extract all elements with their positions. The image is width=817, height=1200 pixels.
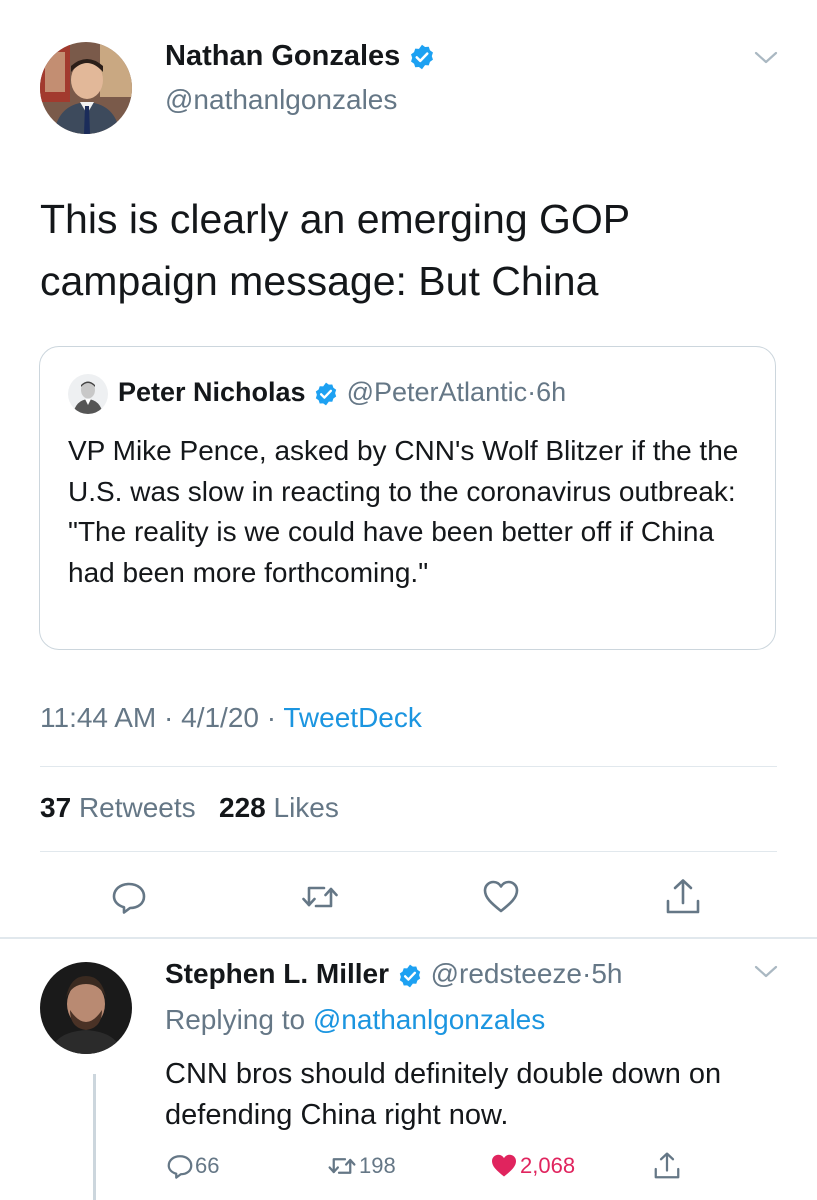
retweet-icon[interactable]: [325, 1151, 359, 1181]
tweet-meta: 11:44 AM · 4/1/20 · TweetDeck: [40, 702, 422, 734]
tweet-stats: 37 Retweets 228 Likes: [40, 792, 339, 824]
share-icon[interactable]: [663, 877, 703, 917]
quoted-author-handle: @PeterAtlantic: [346, 377, 528, 407]
retweet-icon[interactable]: [300, 877, 340, 917]
quoted-tweet-text: VP Mike Pence, asked by CNN's Wolf Blitz…: [68, 435, 739, 588]
author-handle[interactable]: @nathanlgonzales: [165, 84, 397, 116]
quoted-time-ago: 6h: [536, 377, 567, 407]
quoted-author-name: Peter Nicholas: [118, 377, 306, 407]
thread-line: [93, 1074, 96, 1200]
tweet-time: 11:44 AM: [40, 702, 157, 733]
reply-author-avatar[interactable]: [40, 962, 132, 1054]
replying-to: Replying to @nathanlgonzales: [165, 1004, 545, 1036]
reply-icon[interactable]: [165, 1151, 195, 1181]
avatar-image: [40, 962, 132, 1054]
reply-author-handle[interactable]: @redsteeze: [431, 958, 582, 989]
quoted-author-avatar: [68, 374, 108, 414]
verified-badge-icon: [399, 964, 420, 987]
like-icon[interactable]: [481, 877, 521, 917]
retweets-stat[interactable]: 37 Retweets: [40, 792, 196, 823]
replying-to-link[interactable]: @nathanlgonzales: [313, 1004, 545, 1035]
verified-badge-icon: [411, 45, 434, 70]
avatar-image: [68, 374, 108, 414]
reply-like-action[interactable]: 2,068: [488, 1151, 575, 1181]
separator-dot: ·: [266, 702, 277, 733]
tweet-text: This is clearly an emerging GOP campaign…: [40, 196, 630, 304]
share-icon[interactable]: [652, 1151, 682, 1181]
replying-to-label: Replying to: [165, 1004, 306, 1035]
verified-badge-icon: [315, 382, 337, 406]
author-name-text[interactable]: Nathan Gonzales: [165, 40, 400, 72]
retweets-count: 37: [40, 792, 72, 823]
reply-author-name[interactable]: Stephen L. Miller: [165, 958, 389, 989]
retweets-label: Retweets: [78, 792, 196, 823]
author-name[interactable]: Nathan Gonzales: [165, 40, 436, 73]
reply-reply-action[interactable]: 66: [165, 1151, 219, 1181]
separator-dot: ·: [164, 702, 174, 733]
chevron-down-icon[interactable]: [752, 48, 780, 68]
reply-count: 66: [195, 1153, 220, 1178]
likes-stat[interactable]: 228 Likes: [219, 792, 339, 823]
reply-time-ago: 5h: [591, 958, 623, 989]
reply-share-action[interactable]: [652, 1151, 682, 1181]
divider: [40, 851, 777, 852]
like-icon-filled[interactable]: [488, 1151, 520, 1181]
reply-header: Stephen L. Miller @redsteeze·5h: [165, 958, 622, 990]
likes-label: Likes: [273, 792, 339, 823]
separator-dot: ·: [527, 377, 537, 407]
reply-retweet-action[interactable]: 198: [325, 1151, 396, 1181]
tweet-date: 4/1/20: [181, 702, 259, 733]
avatar-image: [40, 42, 132, 134]
likes-count: 228: [219, 792, 266, 823]
reply-icon[interactable]: [109, 877, 149, 917]
separator-dot: ·: [581, 958, 592, 989]
quoted-tweet-header: Peter Nicholas @PeterAtlantic·6h: [118, 377, 566, 408]
chevron-down-icon[interactable]: [752, 962, 780, 982]
divider: [40, 766, 777, 767]
reply-text: CNN bros should definitely double down o…: [165, 1058, 722, 1131]
tweet-source-link[interactable]: TweetDeck: [283, 702, 422, 733]
retweet-count: 198: [359, 1153, 396, 1178]
section-divider: [0, 937, 817, 939]
like-count: 2,068: [520, 1153, 576, 1178]
author-avatar[interactable]: [40, 42, 132, 134]
